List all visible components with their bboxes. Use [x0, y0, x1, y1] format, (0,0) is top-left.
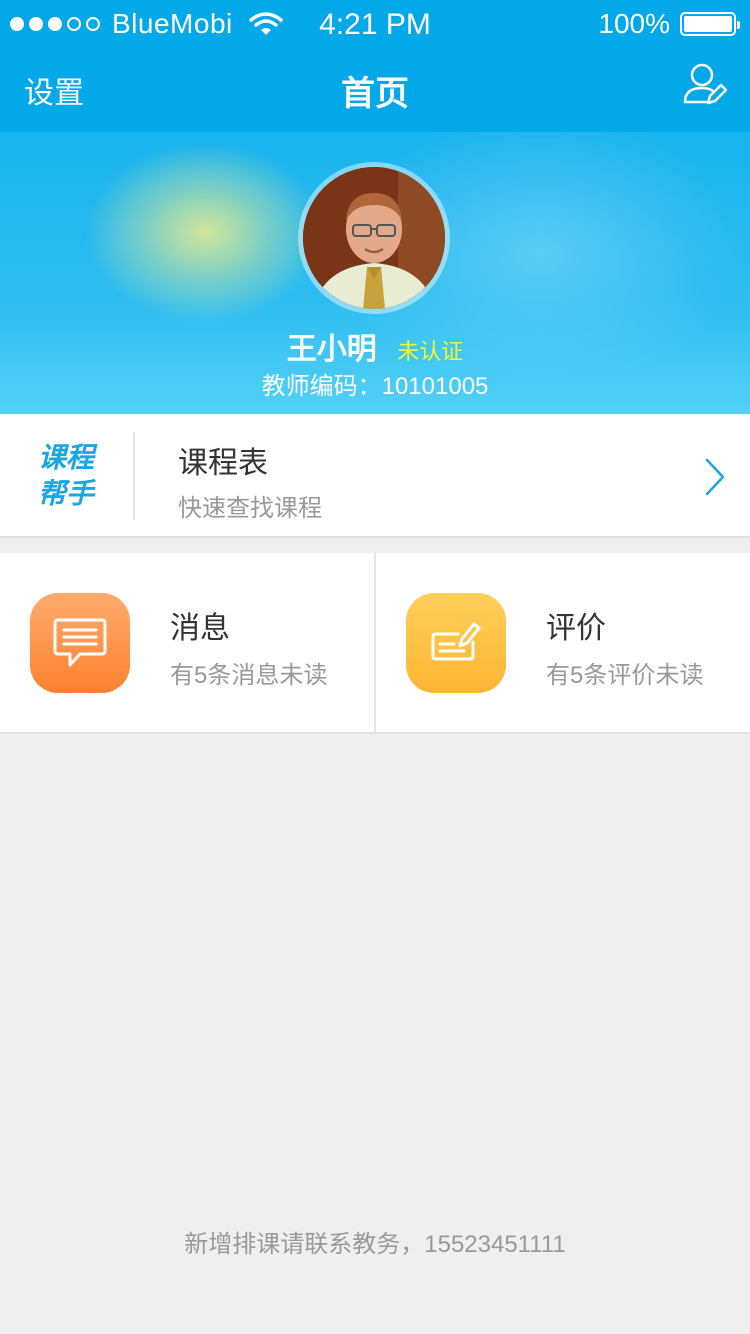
feature-tiles: 消息 有5条消息未读 评价 有5条评价未读 — [0, 553, 750, 734]
battery-icon — [680, 12, 740, 36]
top-bar: BlueMobi 4:21 PM 100% 设置 首页 — [0, 0, 750, 132]
course-helper-logo-line1: 课程 — [38, 442, 95, 473]
chevron-right-icon — [705, 458, 725, 496]
profile-header: 王小明 未认证 教师编码：10101005 — [0, 132, 750, 414]
user-edit-icon[interactable] — [682, 60, 728, 108]
status-bar: BlueMobi 4:21 PM 100% — [0, 0, 750, 48]
teacher-name: 王小明 — [286, 333, 377, 366]
divider — [133, 432, 135, 520]
avatar-photo — [303, 167, 445, 309]
course-helper-logo: 课程 帮手 — [38, 440, 110, 512]
profile-name-row: 王小明 未认证 — [0, 324, 750, 368]
status-right: 100% — [598, 8, 740, 40]
battery-percentage: 100% — [598, 8, 670, 39]
avatar[interactable] — [298, 162, 450, 314]
evaluation-subtitle: 有5条评价未读 — [546, 662, 704, 689]
page-title: 首页 — [341, 75, 409, 113]
verification-status[interactable]: 未认证 — [397, 339, 463, 364]
evaluation-title: 评价 — [546, 612, 606, 645]
course-schedule-title: 课程表 — [178, 447, 268, 480]
evaluation-icon — [406, 593, 506, 693]
messages-title: 消息 — [170, 612, 230, 645]
course-schedule-card[interactable]: 课程 帮手 课程表 快速查找课程 — [0, 414, 750, 538]
messages-tile[interactable]: 消息 有5条消息未读 — [0, 553, 374, 732]
evaluation-tile[interactable]: 评价 有5条评价未读 — [376, 553, 750, 732]
messages-subtitle: 有5条消息未读 — [170, 662, 328, 689]
nav-bar: 设置 首页 — [0, 48, 750, 132]
teacher-code: 教师编码：10101005 — [261, 373, 489, 400]
course-schedule-subtitle: 快速查找课程 — [178, 495, 322, 522]
footer-contact-note: 新增排课请联系教务，15523451111 — [184, 1231, 566, 1258]
message-icon — [30, 593, 130, 693]
person-image — [303, 167, 445, 309]
course-helper-logo-line2: 帮手 — [38, 478, 95, 509]
